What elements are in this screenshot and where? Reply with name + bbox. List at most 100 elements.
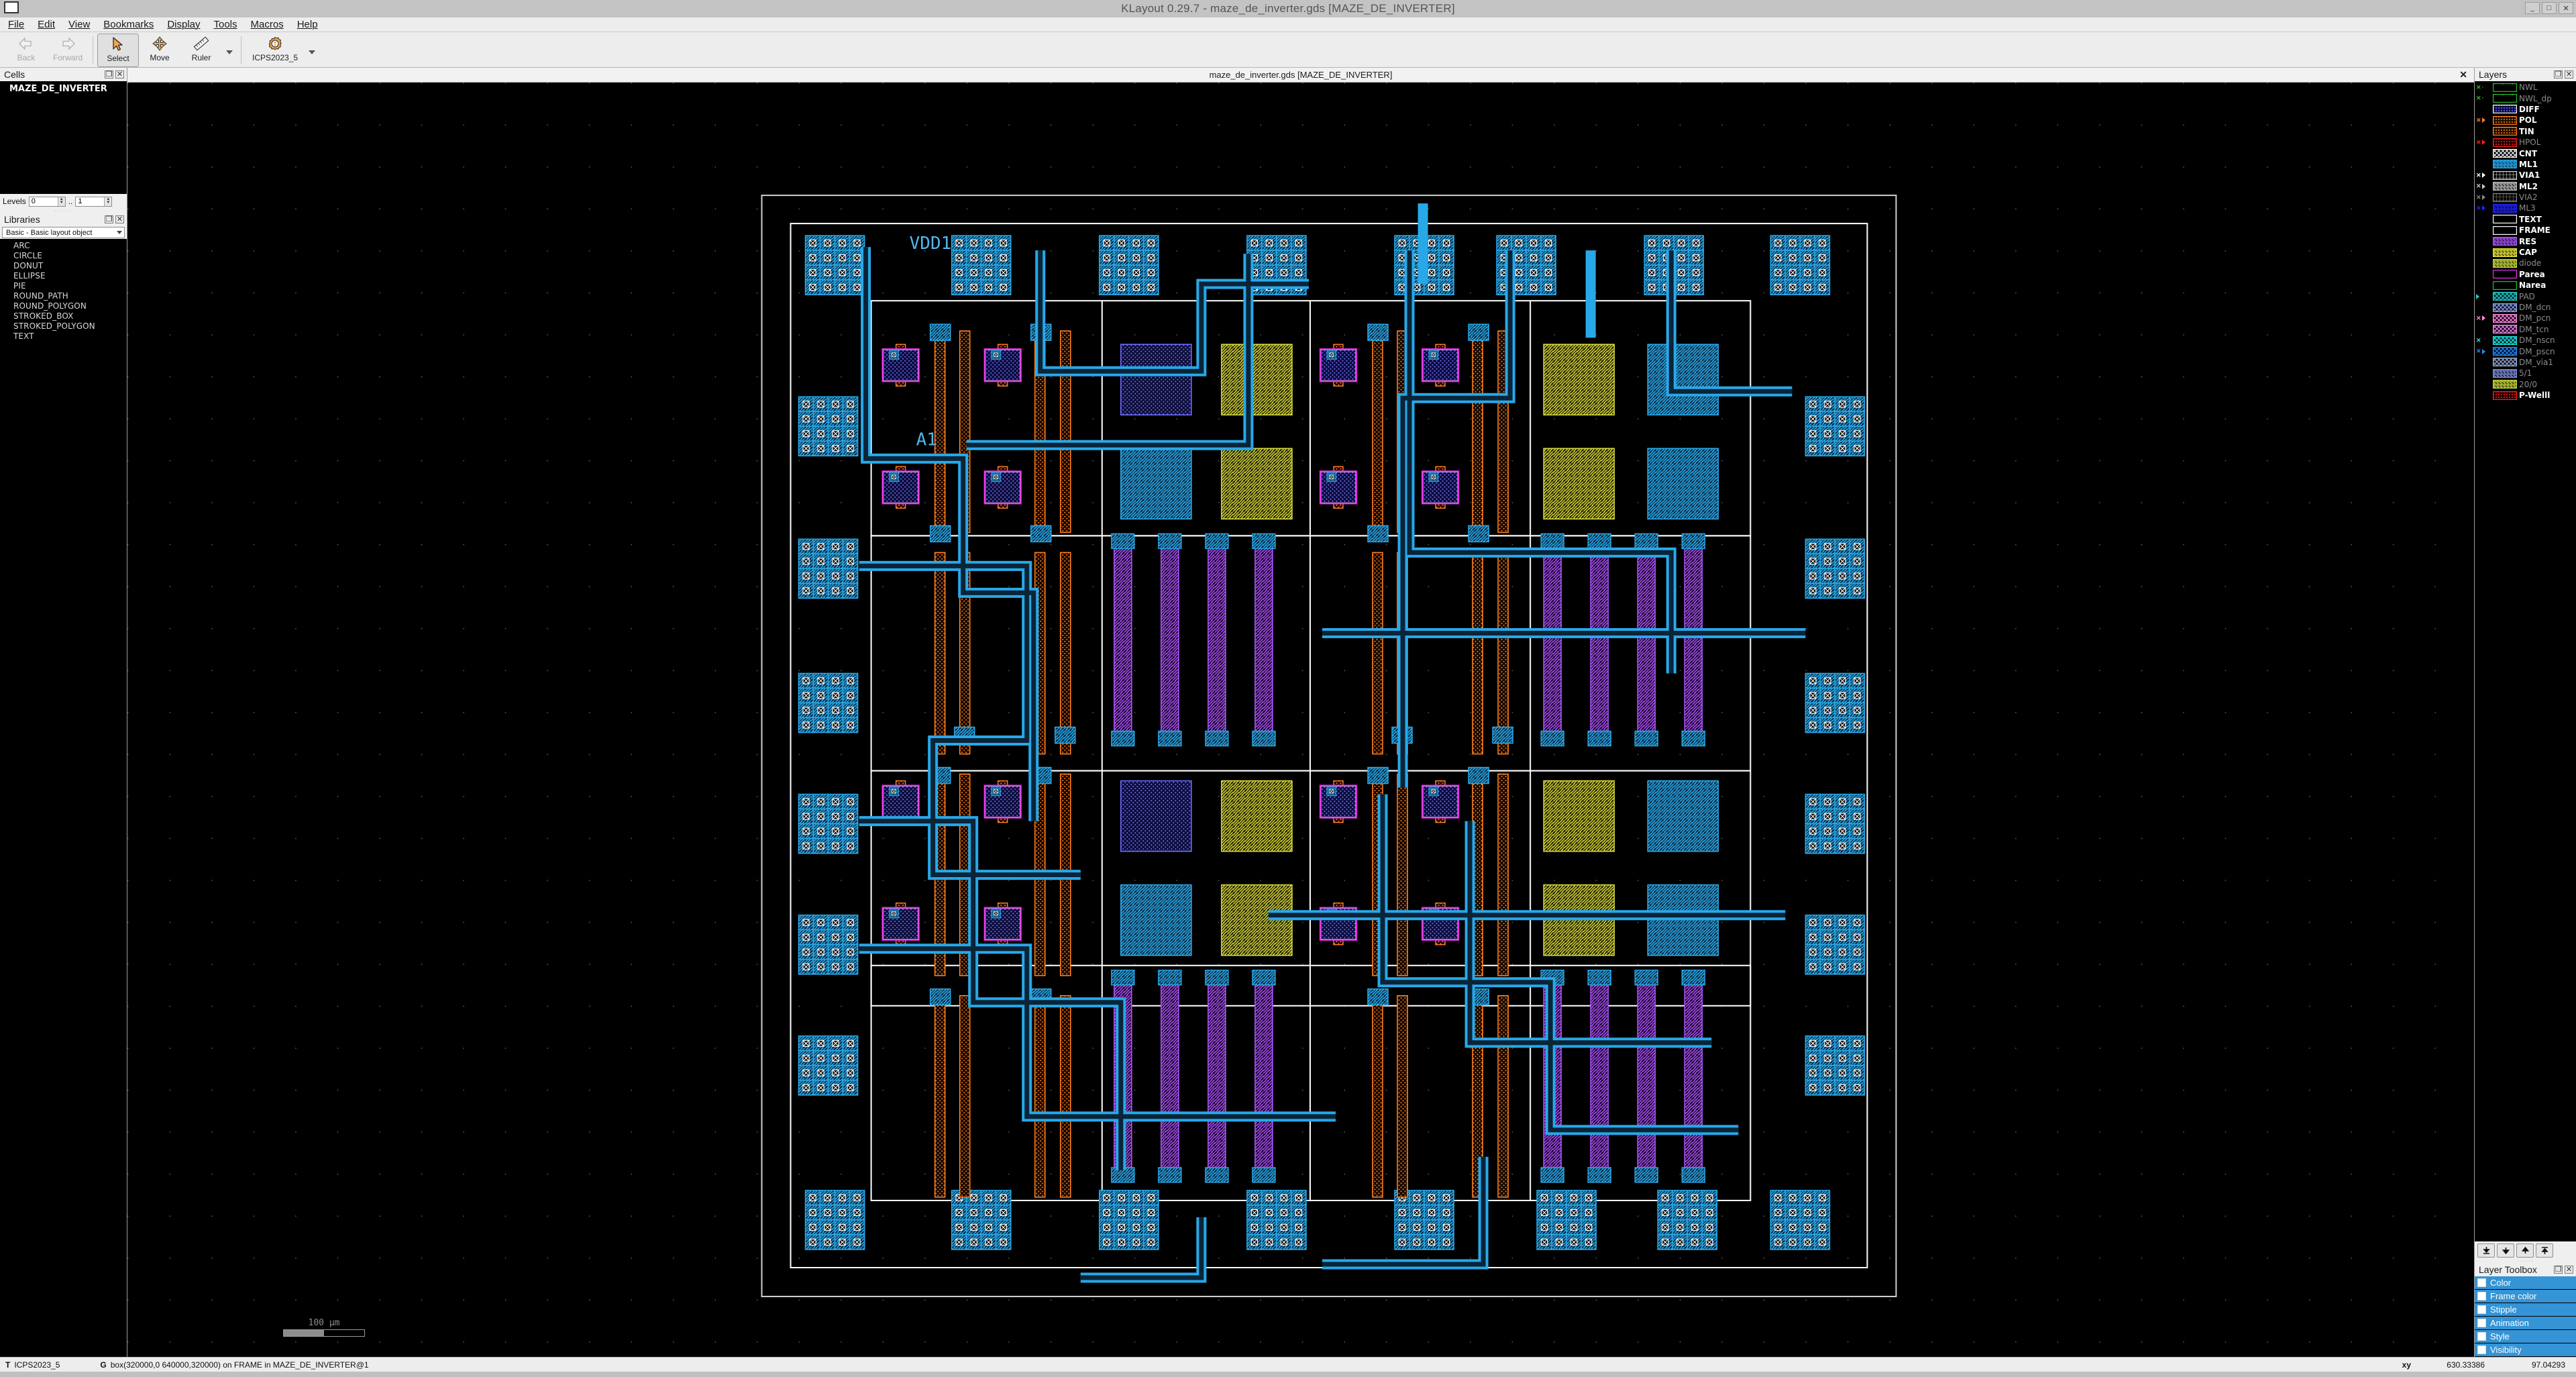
technology-button[interactable]: T ICPS2023_5 (246, 34, 305, 67)
layer-name[interactable]: DM_pcn (2519, 313, 2551, 323)
forward-button[interactable]: Forward (47, 34, 89, 67)
layer-row-dm-nscn[interactable]: ✕ DM_nscn (2475, 335, 2576, 346)
layer-toolbox-close-icon[interactable]: ✕ (2565, 1266, 2573, 1274)
layer-row-diode[interactable]: diode (2475, 258, 2576, 268)
move-down-button[interactable] (2497, 1243, 2514, 1258)
menu-help[interactable]: Help (297, 19, 318, 30)
library-item-arc[interactable]: ARC (0, 240, 127, 250)
layer-row-5-1[interactable]: 5/1 (2475, 368, 2576, 378)
layer-list[interactable]: ✕· NWL✕· NWL_dp DIFF✕ POL TIN✕ HPOL CNT … (2475, 81, 2576, 1241)
layer-row-nwl-dp[interactable]: ✕· NWL_dp (2475, 93, 2576, 103)
menu-edit[interactable]: Edit (38, 19, 55, 30)
layer-name[interactable]: TIN (2519, 127, 2534, 136)
layer-toolbox-checkbox[interactable] (2477, 1319, 2486, 1327)
layer-row-hpol[interactable]: ✕ HPOL (2475, 137, 2576, 148)
levels-from-stepper[interactable]: ▲▼ (29, 197, 66, 207)
move-up-top-button[interactable] (2536, 1243, 2553, 1258)
layer-toolbox-item-animation[interactable]: Animation (2475, 1317, 2576, 1329)
cells-float-icon[interactable]: ❐ (105, 70, 113, 79)
layer-name[interactable]: CAP (2519, 248, 2537, 257)
layer-move-buttons[interactable] (2475, 1241, 2576, 1259)
layer-row-pad[interactable]: PAD (2475, 291, 2576, 301)
layer-name[interactable]: VIA2 (2519, 193, 2538, 202)
layer-swatch-FRAME[interactable] (2493, 226, 2517, 235)
layer-row-parea[interactable]: Parea (2475, 269, 2576, 280)
menu-file[interactable]: File (8, 19, 24, 30)
layers-float-icon[interactable]: ❐ (2554, 70, 2563, 79)
layer-row-narea[interactable]: Narea (2475, 280, 2576, 291)
levels-from-input[interactable] (30, 197, 58, 206)
layer-swatch-20/0[interactable] (2493, 380, 2517, 389)
menu-tools[interactable]: Tools (214, 19, 237, 30)
layer-swatch-5/1[interactable] (2493, 369, 2517, 378)
libraries-float-icon[interactable]: ❐ (105, 215, 113, 223)
library-object-list[interactable]: ARC CIRCLE DONUT ELLIPSE PIE ROUND_PATH … (0, 239, 127, 1357)
menu-display[interactable]: Display (167, 19, 200, 30)
technology-dropdown-button[interactable] (305, 34, 319, 67)
layer-swatch-ML3[interactable] (2493, 204, 2517, 213)
layer-name[interactable]: NWL_dp (2519, 94, 2552, 103)
layer-swatch-CAP[interactable] (2493, 248, 2517, 257)
layer-toolbox-item-frame-color[interactable]: Frame color (2475, 1290, 2576, 1303)
window-controls[interactable]: _ □ ✕ (2525, 2, 2573, 14)
layout-drawing[interactable]: VDD1 A1 (127, 83, 2474, 1357)
layer-row-dm-pscn[interactable]: ✕ DM_pscn (2475, 346, 2576, 356)
layer-name[interactable]: PAD (2519, 292, 2535, 301)
layer-toolbox-item-style[interactable]: Style (2475, 1330, 2576, 1343)
layer-row-text[interactable]: TEXT (2475, 214, 2576, 225)
layer-row-ml1[interactable]: ML1 (2475, 159, 2576, 170)
layer-toolbox-item-color[interactable]: Color (2475, 1276, 2576, 1289)
layer-name[interactable]: DIFF (2519, 105, 2540, 114)
library-item-ellipse[interactable]: ELLIPSE (0, 270, 127, 280)
library-item-pie[interactable]: PIE (0, 280, 127, 291)
cell-item-maze-de-inverter[interactable]: MAZE_DE_INVERTER (0, 83, 127, 94)
cells-tree[interactable]: MAZE_DE_INVERTER (0, 81, 127, 194)
main-toolbar[interactable]: Back Forward Select Move Ruler (0, 32, 2576, 68)
layer-swatch-P-Welll[interactable] (2493, 391, 2517, 400)
layer-swatch-POL[interactable] (2493, 116, 2517, 125)
layer-toolbox-item-stipple[interactable]: Stipple (2475, 1303, 2576, 1316)
move-up-button[interactable] (2516, 1243, 2534, 1258)
layer-row-frame[interactable]: FRAME (2475, 225, 2576, 236)
layer-name[interactable]: RES (2519, 237, 2536, 246)
layer-row-via1[interactable]: ✕ VIA1 (2475, 170, 2576, 181)
layer-toolbox-checkbox[interactable] (2477, 1278, 2486, 1287)
layer-row-dm-dcn[interactable]: DM_dcn (2475, 302, 2576, 313)
layer-name[interactable]: DM_pscn (2519, 347, 2555, 356)
layer-swatch-DIFF[interactable] (2493, 105, 2517, 113)
layer-toolbox-checkbox[interactable] (2477, 1332, 2486, 1341)
layer-name[interactable]: FRAME (2519, 225, 2551, 235)
minimize-button[interactable]: _ (2525, 2, 2540, 14)
layer-name[interactable]: ML2 (2519, 182, 2538, 191)
library-selector[interactable]: Basic - Basic layout object (2, 227, 125, 238)
ruler-dropdown-button[interactable] (222, 34, 237, 67)
layer-name[interactable]: POL (2519, 115, 2537, 125)
layer-toolbox-float-icon[interactable]: ❐ (2554, 1266, 2563, 1274)
layer-swatch-NWL[interactable] (2493, 83, 2517, 92)
back-button[interactable]: Back (5, 34, 47, 67)
layer-swatch-ML2[interactable] (2493, 182, 2517, 191)
layer-name[interactable]: DM_tcn (2519, 325, 2549, 334)
levels-control[interactable]: Levels ▲▼ .. ▲▼ (0, 194, 127, 209)
library-item-round-path[interactable]: ROUND_PATH (0, 291, 127, 301)
layer-swatch-VIA1[interactable] (2493, 171, 2517, 180)
layer-name[interactable]: P-Welll (2519, 391, 2550, 400)
layer-row-ml3[interactable]: ✕ ML3 (2475, 203, 2576, 213)
libraries-close-icon[interactable]: ✕ (115, 215, 124, 223)
layer-name[interactable]: ML3 (2519, 203, 2536, 213)
menu-view[interactable]: View (68, 19, 90, 30)
menu-macros[interactable]: Macros (251, 19, 284, 30)
library-item-round-polygon[interactable]: ROUND_POLYGON (0, 301, 127, 311)
layer-name[interactable]: DM_nscn (2519, 336, 2555, 345)
layer-row-20-0[interactable]: 20/0 (2475, 379, 2576, 390)
move-tool-button[interactable]: Move (139, 34, 180, 67)
maximize-button[interactable]: □ (2542, 2, 2557, 14)
layer-row-res[interactable]: RES (2475, 236, 2576, 246)
layer-swatch-HPOL[interactable] (2493, 138, 2517, 147)
layer-swatch-DM_dcn[interactable] (2493, 303, 2517, 312)
tab-close-icon[interactable]: ✕ (2459, 69, 2467, 81)
menu-bar[interactable]: File Edit View Bookmarks Display Tools M… (0, 17, 2576, 32)
layer-row-cnt[interactable]: CNT (2475, 148, 2576, 158)
layer-name[interactable]: NWL (2519, 83, 2538, 92)
library-item-stroked-polygon[interactable]: STROKED_POLYGON (0, 321, 127, 331)
